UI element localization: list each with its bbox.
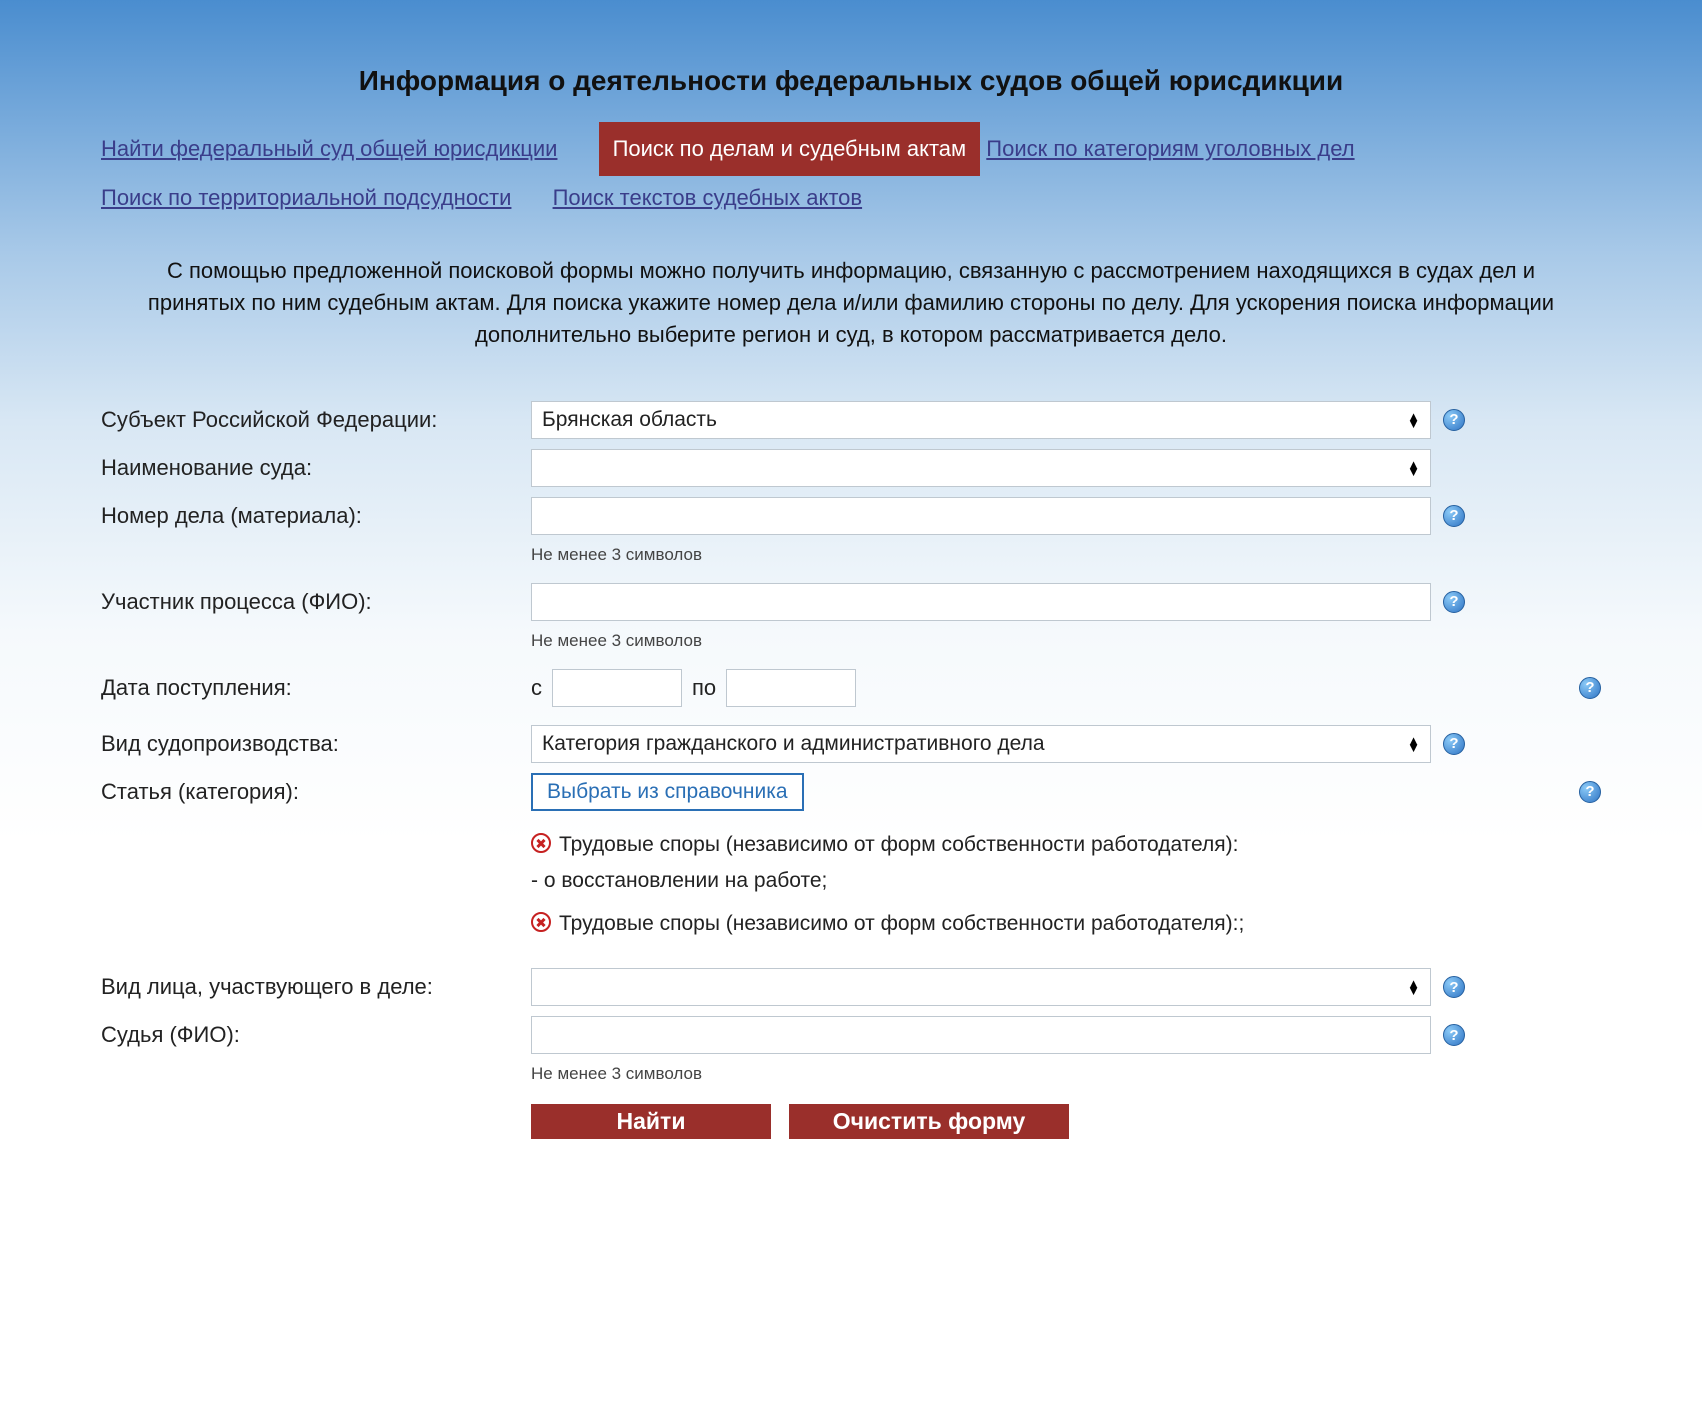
label-court: Наименование суда: — [101, 449, 531, 481]
select-court[interactable]: ▲▼ — [531, 449, 1431, 487]
nav-texts[interactable]: Поиск текстов судебных актов — [553, 185, 863, 210]
select-person-type[interactable]: ▲▼ — [531, 968, 1431, 1006]
label-date-to: по — [692, 675, 716, 701]
input-participant[interactable] — [531, 583, 1431, 621]
label-judge: Судья (ФИО): — [101, 1016, 531, 1048]
category-tag-text: Трудовые споры (независимо от форм собст… — [559, 908, 1244, 941]
category-tag-sub: - о восстановлении на работе; — [531, 865, 1601, 898]
select-proc-type-value: Категория гражданского и административно… — [542, 732, 1045, 756]
clear-button[interactable]: Очистить форму — [789, 1104, 1069, 1139]
category-tag-text: Трудовые споры (независимо от форм собст… — [559, 829, 1239, 862]
label-receipt-date: Дата поступления: — [101, 669, 531, 701]
chevron-updown-icon: ▲▼ — [1399, 413, 1420, 427]
help-icon[interactable]: ? — [1443, 733, 1465, 755]
label-date-from: с — [531, 675, 542, 701]
nav-tabs: Найти федеральный суд общей юрисдикции П… — [101, 122, 1601, 220]
remove-icon[interactable] — [531, 912, 551, 932]
nav-find-court[interactable]: Найти федеральный суд общей юрисдикции — [101, 136, 557, 161]
hint-judge: Не менее 3 символов — [531, 1064, 1601, 1084]
input-date-to[interactable] — [726, 669, 856, 707]
hint-participant: Не менее 3 символов — [531, 631, 1601, 651]
select-proc-type[interactable]: Категория гражданского и административно… — [531, 725, 1431, 763]
help-icon[interactable]: ? — [1443, 505, 1465, 527]
help-icon[interactable]: ? — [1579, 781, 1601, 803]
input-judge[interactable] — [531, 1016, 1431, 1054]
input-case-number[interactable] — [531, 497, 1431, 535]
input-date-from[interactable] — [552, 669, 682, 707]
help-icon[interactable]: ? — [1579, 677, 1601, 699]
help-icon[interactable]: ? — [1443, 1024, 1465, 1046]
help-icon[interactable]: ? — [1443, 591, 1465, 613]
nav-search-cases[interactable]: Поиск по делам и судебным актам — [599, 122, 981, 176]
hint-case-number: Не менее 3 символов — [531, 545, 1601, 565]
help-icon[interactable]: ? — [1443, 409, 1465, 431]
chevron-updown-icon: ▲▼ — [1399, 461, 1420, 475]
help-icon[interactable]: ? — [1443, 976, 1465, 998]
page-title: Информация о деятельности федеральных су… — [101, 65, 1601, 97]
button-select-from-reference[interactable]: Выбрать из справочника — [531, 773, 804, 811]
chevron-updown-icon: ▲▼ — [1399, 980, 1420, 994]
search-button[interactable]: Найти — [531, 1104, 771, 1139]
label-subject: Субъект Российской Федерации: — [101, 401, 531, 433]
remove-icon[interactable] — [531, 833, 551, 853]
chevron-updown-icon: ▲▼ — [1399, 737, 1420, 751]
label-participant: Участник процесса (ФИО): — [101, 583, 531, 615]
selected-categories: Трудовые споры (независимо от форм собст… — [531, 829, 1601, 941]
nav-territorial[interactable]: Поиск по территориальной подсудности — [101, 185, 511, 210]
label-proc-type: Вид судопроизводства: — [101, 725, 531, 757]
nav-search-categories[interactable]: Поиск по категориям уголовных дел — [986, 136, 1354, 161]
select-subject[interactable]: Брянская область ▲▼ — [531, 401, 1431, 439]
label-case-number: Номер дела (материала): — [101, 497, 531, 529]
select-subject-value: Брянская область — [542, 408, 717, 432]
label-person-type: Вид лица, участвующего в деле: — [101, 968, 531, 1000]
intro-text: С помощью предложенной поисковой формы м… — [131, 255, 1571, 351]
label-article: Статья (категория): — [101, 773, 531, 805]
